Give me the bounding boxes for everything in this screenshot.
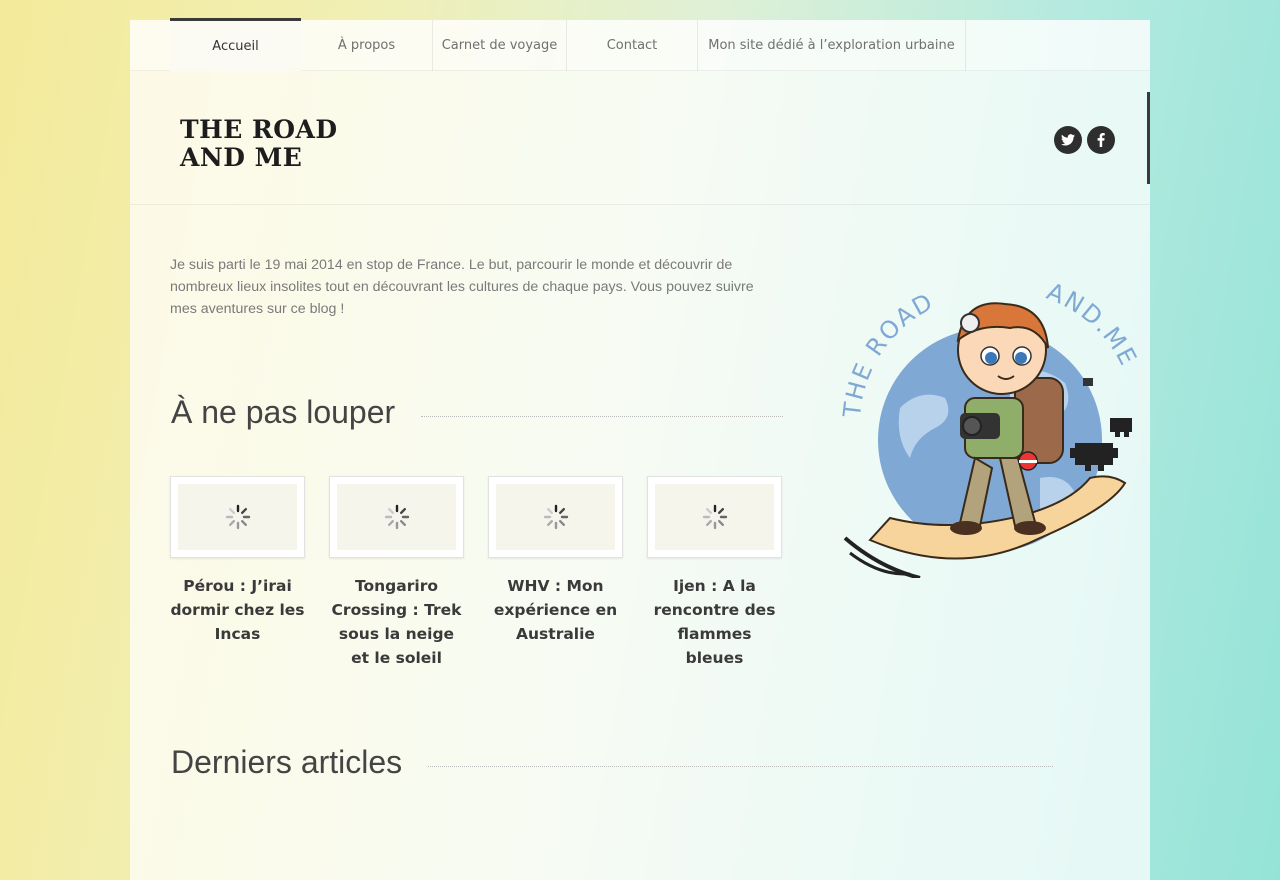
intro-text: Je suis parti le 19 mai 2014 en stop de … bbox=[170, 257, 754, 317]
nav-item-contact[interactable]: Contact bbox=[567, 20, 698, 71]
latest-heading-text: Derniers articles bbox=[171, 744, 403, 780]
nav-item-carnet-de-voyage[interactable]: Carnet de voyage bbox=[433, 20, 567, 71]
card-title[interactable]: Pérou : J’irai dormir chez les Incas bbox=[170, 574, 305, 646]
nav-item-accueil[interactable]: Accueil bbox=[170, 18, 301, 71]
card-title[interactable]: WHV : Mon expérience en Australie bbox=[488, 574, 623, 646]
main-nav: Accueil À propos Carnet de voyage Contac… bbox=[130, 18, 1150, 71]
header-accent-bar bbox=[1147, 92, 1150, 184]
facebook-icon bbox=[1097, 133, 1105, 147]
twitter-icon bbox=[1061, 134, 1075, 146]
heading-divider bbox=[421, 416, 783, 417]
card-thumbnail[interactable] bbox=[329, 476, 464, 558]
featured-card[interactable]: Ijen : A la rencontre des flammes bleues bbox=[647, 476, 782, 670]
heading-divider bbox=[428, 766, 1053, 767]
nav-item-a-propos[interactable]: À propos bbox=[301, 20, 433, 71]
featured-cards: Pérou : J’irai dormir chez les Incas Ton… bbox=[170, 476, 782, 670]
featured-heading: À ne pas louper bbox=[171, 394, 783, 431]
nav-item-exploration-urbaine[interactable]: Mon site dédié à l’exploration urbaine bbox=[698, 20, 966, 71]
site-header: THE ROAD AND ME bbox=[130, 72, 1150, 205]
twitter-button[interactable] bbox=[1054, 126, 1082, 154]
card-title[interactable]: Ijen : A la rencontre des flammes bleues bbox=[647, 574, 782, 670]
facebook-button[interactable] bbox=[1087, 126, 1115, 154]
loading-spinner-icon bbox=[384, 504, 409, 530]
featured-card[interactable]: Tongariro Crossing : Trek sous la neige … bbox=[329, 476, 464, 670]
card-thumbnail[interactable] bbox=[170, 476, 305, 558]
mascot-illustration: THE ROAD AND.ME bbox=[840, 278, 1140, 578]
featured-card[interactable]: WHV : Mon expérience en Australie bbox=[488, 476, 623, 670]
loading-spinner-icon bbox=[543, 504, 568, 530]
site-logo[interactable]: THE ROAD AND ME bbox=[180, 116, 380, 172]
logo-line-2: AND ME bbox=[180, 143, 303, 172]
card-title[interactable]: Tongariro Crossing : Trek sous la neige … bbox=[329, 574, 464, 670]
page-container: Accueil À propos Carnet de voyage Contac… bbox=[130, 18, 1150, 880]
card-thumbnail[interactable] bbox=[488, 476, 623, 558]
featured-card[interactable]: Pérou : J’irai dormir chez les Incas bbox=[170, 476, 305, 670]
social-links bbox=[1054, 126, 1115, 154]
latest-heading: Derniers articles bbox=[171, 744, 1053, 781]
card-thumbnail[interactable] bbox=[647, 476, 782, 558]
logo-line-1: THE ROAD bbox=[180, 115, 338, 144]
loading-spinner-icon bbox=[225, 504, 250, 530]
loading-spinner-icon bbox=[702, 504, 727, 530]
featured-heading-text: À ne pas louper bbox=[171, 394, 396, 430]
